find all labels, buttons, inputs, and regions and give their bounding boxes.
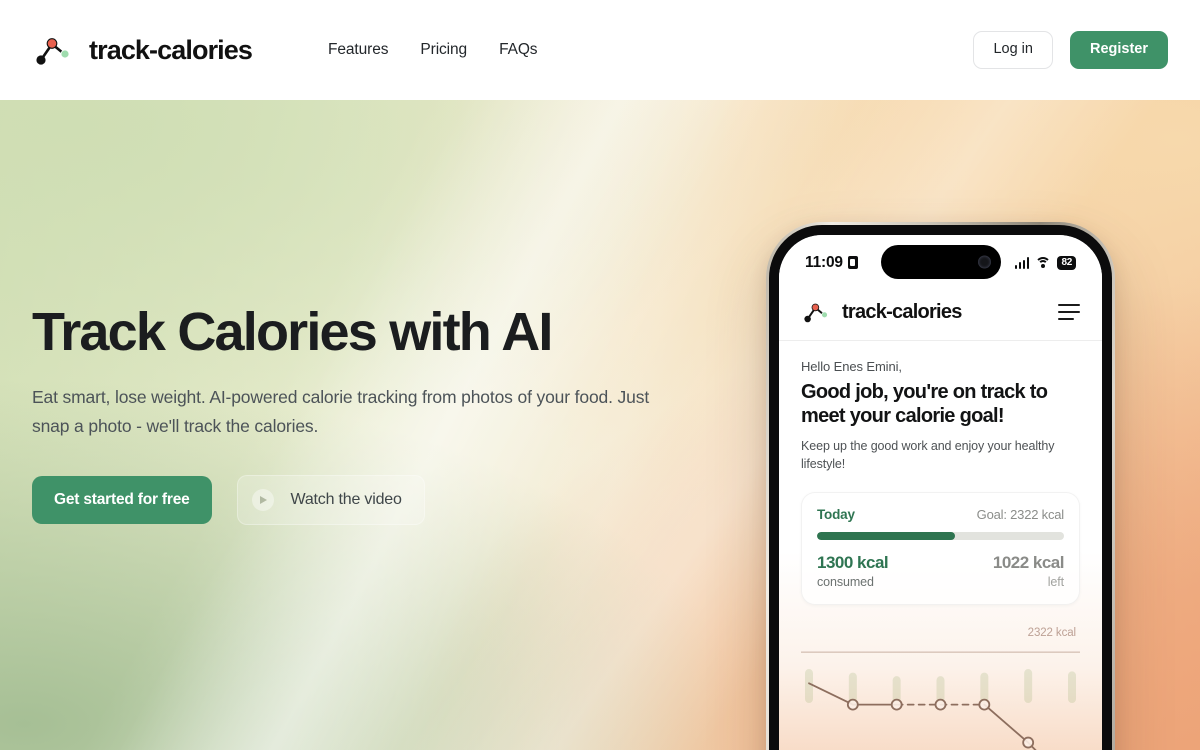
- nav-link-features[interactable]: Features: [312, 33, 404, 67]
- front-camera-icon: [977, 255, 991, 269]
- user-greeting: Hello Enes Emini,: [801, 359, 902, 374]
- goal-label: Goal: 2322 kcal: [976, 506, 1065, 522]
- status-indicators: 82: [1014, 255, 1076, 270]
- menu-icon[interactable]: [1058, 304, 1080, 320]
- app-subline: Keep up the good work and enjoy your hea…: [801, 439, 1055, 471]
- consumed-block: 1300 kcal consumed: [817, 552, 889, 589]
- lock-icon: [847, 256, 858, 269]
- calorie-summary-card: Today Goal: 2322 kcal 1300 kcal consumed: [801, 491, 1080, 605]
- app-brand-name: track-calories: [842, 300, 962, 323]
- hero-section: Track Calories with AI Eat smart, lose w…: [0, 100, 1200, 750]
- left-block: 1022 kcal left: [992, 552, 1065, 589]
- calorie-progress-fill: [817, 531, 956, 540]
- hero-copy: Track Calories with AI Eat smart, lose w…: [32, 302, 692, 525]
- page-title: Track Calories with AI: [32, 302, 553, 362]
- hero-subtitle: Eat smart, lose weight. AI-powered calor…: [32, 387, 650, 436]
- chart-data-point: [934, 698, 947, 711]
- chart-goal-label: 2322 kcal: [1027, 626, 1076, 639]
- phone-status-bar: 11:09 82: [779, 235, 1102, 290]
- consumed-value: 1300 kcal: [817, 552, 889, 572]
- left-label: left: [1047, 574, 1064, 589]
- app-logo-icon: [804, 303, 828, 323]
- app-headline: Good job, you're on track to meet your c…: [801, 381, 1048, 427]
- calorie-card-header: Today Goal: 2322 kcal: [817, 507, 1064, 522]
- login-button[interactable]: Log in: [973, 31, 1053, 69]
- chart-data-point: [978, 698, 991, 711]
- play-icon: [251, 488, 274, 511]
- track-calories-logo-icon: [36, 38, 70, 65]
- chart-data-point: [846, 698, 859, 711]
- nav-link-pricing[interactable]: Pricing: [404, 33, 483, 67]
- app-top-bar: track-calories: [779, 290, 1102, 341]
- chart-bar: [1024, 668, 1033, 703]
- site-header: track-calories Features Pricing FAQs Log…: [0, 0, 1200, 100]
- get-started-button[interactable]: Get started for free: [32, 476, 212, 524]
- brand-logo-link[interactable]: track-calories: [32, 33, 253, 67]
- app-brand[interactable]: track-calories: [801, 300, 962, 324]
- chart-line-segment: [983, 703, 1030, 743]
- register-button[interactable]: Register: [1069, 31, 1168, 69]
- landing-page: track-calories Features Pricing FAQs Log…: [0, 0, 1200, 750]
- chart-svg: [801, 651, 1080, 750]
- status-time: 11:09: [805, 254, 858, 272]
- chart-background-bars: [805, 668, 1076, 703]
- phone-screen: 11:09 82 track-calories Hello Enes Emini…: [779, 235, 1102, 750]
- cellular-signal-icon: [1014, 257, 1030, 269]
- calorie-progress-bar: [817, 531, 1064, 540]
- header-actions: Log in Register: [973, 31, 1168, 69]
- status-time-value: 11:09: [805, 253, 843, 271]
- hero-cta-group: Get started for free Watch the video: [32, 474, 692, 525]
- left-value: 1022 kcal: [992, 552, 1065, 572]
- chart-bar: [805, 668, 813, 703]
- chart-bar: [848, 672, 857, 703]
- calorie-history-chart: 2322 kcal: [801, 623, 1080, 750]
- watch-video-label: Watch the video: [290, 490, 402, 508]
- chart-data-point: [890, 698, 903, 711]
- chart-data-point: [1022, 736, 1035, 748]
- main-navigation: Features Pricing FAQs: [314, 33, 553, 67]
- brand-name: track-calories: [89, 34, 253, 65]
- battery-icon: 82: [1057, 255, 1076, 270]
- phone-mockup: 11:09 82 track-calories Hello Enes Emini…: [766, 222, 1115, 750]
- app-content: Hello Enes Emini, Good job, you're on tr…: [779, 341, 1102, 750]
- chart-line-segment: [1027, 741, 1038, 750]
- chart-line-segment: [808, 681, 854, 706]
- today-label: Today: [817, 506, 855, 522]
- chart-bar: [1068, 670, 1076, 703]
- watch-video-button[interactable]: Watch the video: [236, 474, 425, 525]
- wifi-icon: [1035, 256, 1052, 269]
- dynamic-island: [880, 245, 1001, 279]
- consumed-label: consumed: [817, 574, 874, 589]
- nav-link-faqs[interactable]: FAQs: [483, 33, 553, 67]
- chart-bar: [980, 672, 989, 703]
- chart-data-points: [846, 698, 1035, 748]
- calorie-card-footer: 1300 kcal consumed 1022 kcal left: [817, 552, 1065, 589]
